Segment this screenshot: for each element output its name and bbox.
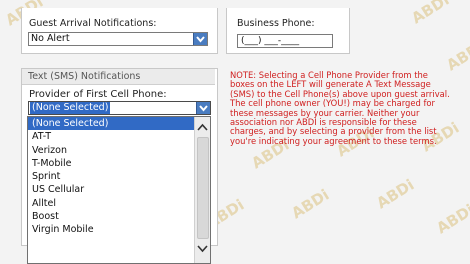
chevron-up-icon[interactable]	[195, 121, 210, 135]
guest-arrival-select[interactable]: No Alert	[28, 32, 208, 46]
provider-option[interactable]: Verizon	[28, 144, 210, 157]
watermark-logo: ABDi	[288, 185, 333, 223]
provider-selected-value: (None Selected)	[30, 102, 111, 114]
scrollbar-thumb[interactable]	[197, 137, 209, 239]
guest-arrival-value: No Alert	[31, 33, 70, 44]
provider-option[interactable]: Virgin Mobile	[28, 223, 210, 236]
provider-dropdown-list[interactable]: (None Selected) AT-T Verizon T-Mobile Sp…	[27, 116, 211, 264]
chevron-down-icon[interactable]	[195, 241, 210, 255]
provider-option[interactable]: AT-T	[28, 130, 210, 143]
watermark-logo: ABDi	[373, 175, 418, 213]
provider-option[interactable]: Sprint	[28, 170, 210, 183]
chevron-down-icon[interactable]	[193, 33, 207, 45]
guest-arrival-label: Guest Arrival Notifications:	[29, 18, 157, 29]
provider-option[interactable]: Boost	[28, 210, 210, 223]
watermark-logo: ABDi	[443, 37, 470, 75]
watermark-logo: ABDi	[433, 200, 470, 238]
sms-disclaimer-note: NOTE: Selecting a Cell Phone Provider fr…	[230, 70, 450, 146]
provider-label: Provider of First Cell Phone:	[29, 89, 167, 100]
provider-option[interactable]: (None Selected)	[28, 117, 210, 131]
provider-select[interactable]: (None Selected)	[28, 101, 211, 115]
provider-option[interactable]: T-Mobile	[28, 157, 210, 170]
chevron-down-icon[interactable]	[196, 102, 210, 114]
business-phone-input[interactable]: (___) ___-____	[237, 34, 333, 48]
business-phone-label: Business Phone:	[237, 18, 315, 29]
guest-arrival-panel	[21, 8, 218, 54]
sms-section-title: Text (SMS) Notifications	[28, 71, 141, 82]
provider-option[interactable]: Alltel	[28, 197, 210, 210]
dropdown-scrollbar[interactable]	[194, 117, 210, 263]
watermark-logo: ABDi	[408, 0, 453, 28]
provider-option[interactable]: US Cellular	[28, 183, 210, 196]
